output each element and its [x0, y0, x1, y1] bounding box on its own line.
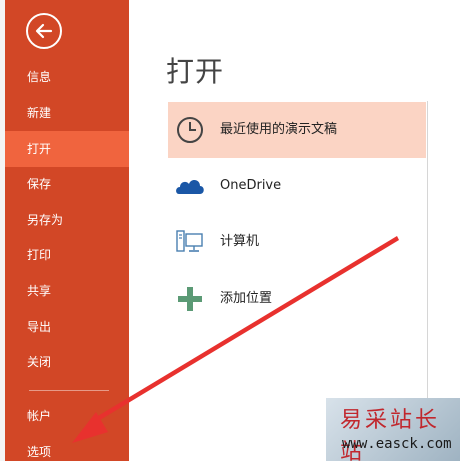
annotation-arrow [72, 236, 399, 443]
watermark-url: www.easck.com [342, 436, 452, 452]
watermark-title: 易采站长站 [340, 408, 441, 465]
